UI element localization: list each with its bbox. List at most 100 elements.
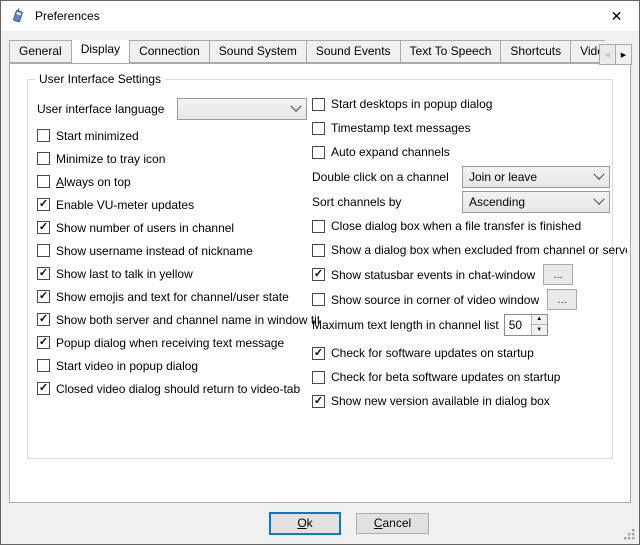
checkbox-box [37, 244, 50, 257]
checkbox-label: Popup dialog when receiving text message [56, 336, 284, 350]
checkbox-label: Close dialog box when a file transfer is… [331, 219, 581, 233]
tab-text-to-speech[interactable]: Text To Speech [400, 40, 502, 63]
checkbox-label: Check for beta software updates on start… [331, 370, 560, 384]
checkbox-show-emojis[interactable]: ✓ Show emojis and text for channel/user … [37, 285, 319, 308]
checkbox-label: Start desktops in popup dialog [331, 97, 492, 111]
app-icon [10, 8, 26, 24]
tab-sound-events[interactable]: Sound Events [306, 40, 401, 63]
close-icon[interactable]: ✕ [594, 1, 639, 31]
checkbox-box [37, 359, 50, 372]
resize-grip-icon[interactable] [623, 528, 635, 540]
language-label: User interface language [37, 102, 177, 116]
tab-scroller: ◀ ▶ [600, 44, 632, 65]
checkbox-timestamp-messages[interactable]: Timestamp text messages [312, 116, 627, 140]
checkbox-box: ✓ [37, 382, 50, 395]
checkbox-label: Show last to talk in yellow [56, 267, 193, 281]
checkbox-box [37, 152, 50, 165]
checkbox-show-username[interactable]: Show username instead of nickname [37, 239, 319, 262]
ok-button[interactable]: Ok [269, 512, 341, 535]
checkbox-box [37, 129, 50, 142]
checkbox-label: Show emojis and text for channel/user st… [56, 290, 289, 304]
spin-down-icon[interactable]: ▼ [532, 325, 547, 335]
checkbox-new-version-dialog[interactable]: ✓ Show new version available in dialog b… [312, 389, 627, 413]
sort-channels-label: Sort channels by [312, 195, 462, 209]
double-click-select[interactable]: Join or leave [462, 166, 610, 188]
video-source-config-button[interactable]: ... [547, 289, 577, 310]
checkbox-label: Show username instead of nickname [56, 244, 253, 258]
group-title: User Interface Settings [35, 72, 165, 86]
statusbar-events-config-button[interactable]: ... [543, 264, 573, 285]
language-select[interactable] [177, 98, 307, 120]
double-click-row: Double click on a channel Join or leave [312, 164, 627, 189]
checkbox-auto-expand-channels[interactable]: Auto expand channels [312, 140, 627, 164]
tab-connection[interactable]: Connection [129, 40, 210, 63]
checkbox-check-beta-updates[interactable]: Check for beta software updates on start… [312, 365, 627, 389]
checkbox-start-minimized[interactable]: Start minimized [37, 124, 319, 147]
right-column: Start desktops in popup dialog Timestamp… [312, 92, 627, 413]
max-text-length-row: Maximum text length in channel list 50 ▲… [312, 312, 627, 337]
tab-sound-system[interactable]: Sound System [209, 40, 307, 63]
checkbox-popup-text-message[interactable]: ✓ Popup dialog when receiving text messa… [37, 331, 319, 354]
left-column: User interface language Start minimized … [37, 94, 319, 400]
checkbox-label: Always on top [56, 175, 131, 189]
checkbox-label: Show both server and channel name in win… [56, 313, 319, 327]
tab-scroll-right-icon[interactable]: ▶ [615, 44, 632, 65]
window-title: Preferences [35, 9, 100, 23]
checkbox-label: Start minimized [56, 129, 139, 143]
checkbox-box: ✓ [37, 267, 50, 280]
spin-up-icon[interactable]: ▲ [532, 315, 547, 326]
titlebar: Preferences ✕ [1, 1, 639, 31]
checkbox-label: Start video in popup dialog [56, 359, 198, 373]
checkbox-box: ✓ [312, 347, 325, 360]
tab-general[interactable]: General [9, 40, 72, 63]
language-row: User interface language [37, 94, 319, 124]
checkbox-box [312, 146, 325, 159]
sort-channels-row: Sort channels by Ascending [312, 189, 627, 214]
checkbox-box [312, 293, 325, 306]
cancel-button[interactable]: Cancel [356, 513, 429, 534]
checkbox-label: Enable VU-meter updates [56, 198, 194, 212]
chevron-down-icon [290, 101, 301, 112]
checkbox-closed-video-return[interactable]: ✓ Closed video dialog should return to v… [37, 377, 319, 400]
checkbox-excluded-dialog[interactable]: Show a dialog box when excluded from cha… [312, 238, 627, 262]
checkbox-label: Auto expand channels [331, 145, 450, 159]
checkbox-check-updates[interactable]: ✓ Check for software updates on startup [312, 341, 627, 365]
checkbox-box: ✓ [37, 313, 50, 326]
checkbox-box: ✓ [37, 336, 50, 349]
checkbox-box [312, 98, 325, 111]
checkbox-video-popup[interactable]: Start video in popup dialog [37, 354, 319, 377]
checkbox-label: Closed video dialog should return to vid… [56, 382, 300, 396]
checkbox-box: ✓ [37, 221, 50, 234]
checkbox-server-channel-title[interactable]: ✓ Show both server and channel name in w… [37, 308, 319, 331]
display-tab-page: User Interface Settings User interface l… [9, 63, 631, 503]
max-text-length-label: Maximum text length in channel list [312, 318, 499, 332]
checkbox-minimize-to-tray[interactable]: Minimize to tray icon [37, 147, 319, 170]
checkbox-label: Show new version available in dialog box [331, 394, 550, 408]
sort-channels-value: Ascending [469, 195, 595, 209]
tab-shortcuts[interactable]: Shortcuts [500, 40, 571, 63]
checkbox-video-source-corner[interactable]: Show source in corner of video window ..… [312, 287, 627, 312]
max-text-length-value: 50 [505, 315, 531, 335]
checkbox-statusbar-events[interactable]: ✓ Show statusbar events in chat-window .… [312, 262, 627, 287]
max-text-length-spinner[interactable]: 50 ▲ ▼ [504, 314, 548, 336]
checkbox-always-on-top[interactable]: Always on top [37, 170, 319, 193]
checkbox-start-desktops-popup[interactable]: Start desktops in popup dialog [312, 92, 627, 116]
checkbox-label: Show number of users in channel [56, 221, 234, 235]
checkbox-label: Show source in corner of video window [331, 293, 539, 307]
preferences-dialog: Preferences ✕ General Display Connection… [0, 0, 640, 545]
checkbox-box: ✓ [37, 290, 50, 303]
sort-channels-select[interactable]: Ascending [462, 191, 610, 213]
checkbox-vu-meter-updates[interactable]: ✓ Enable VU-meter updates [37, 193, 319, 216]
checkbox-label: Minimize to tray icon [56, 152, 165, 166]
chevron-down-icon [593, 193, 604, 204]
tab-scroll-left-icon[interactable]: ◀ [599, 44, 616, 65]
checkbox-last-to-talk[interactable]: ✓ Show last to talk in yellow [37, 262, 319, 285]
checkbox-box: ✓ [312, 268, 325, 281]
checkbox-close-on-transfer-finish[interactable]: Close dialog box when a file transfer is… [312, 214, 627, 238]
checkbox-box: ✓ [312, 395, 325, 408]
checkbox-show-user-count[interactable]: ✓ Show number of users in channel [37, 216, 319, 239]
tab-display[interactable]: Display [71, 40, 130, 63]
checkbox-box [37, 175, 50, 188]
checkbox-box [312, 244, 325, 257]
checkbox-box: ✓ [37, 198, 50, 211]
